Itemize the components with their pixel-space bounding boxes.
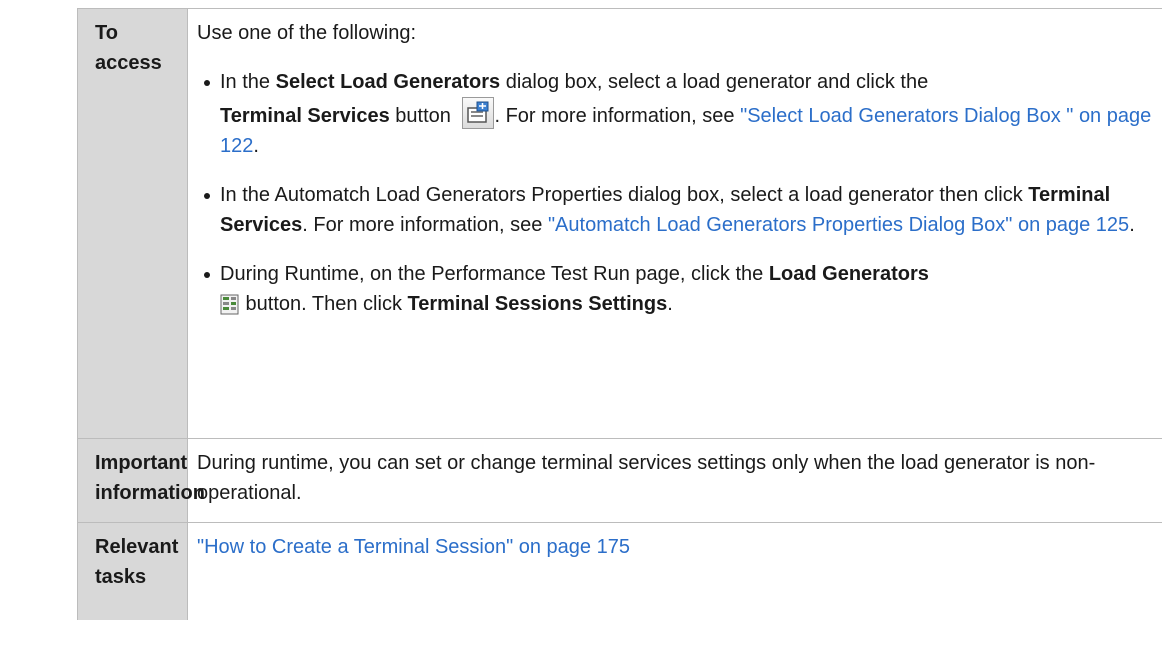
text: . For more information, see	[302, 214, 548, 236]
row-important-information: Important information During runtime, yo…	[77, 438, 1162, 523]
bullet-icon	[204, 80, 210, 86]
bullet-icon	[204, 193, 210, 199]
header-line: Important	[95, 452, 188, 474]
terminal-services-icon	[462, 97, 495, 129]
bold-text: Load Generators	[768, 263, 929, 285]
header-line: tasks	[95, 566, 147, 588]
row-header-important-information: Important information	[77, 438, 205, 523]
text: dialog box, select a load generator and …	[500, 71, 929, 93]
to-access-cell: Use one of the following: In the Select …	[187, 8, 1162, 439]
row-to-access: To access Use one of the following: In t…	[77, 8, 1162, 439]
text: .	[667, 293, 673, 315]
text: button	[389, 105, 457, 127]
bullet-icon	[204, 272, 210, 278]
bold-text: Terminal Services	[220, 105, 390, 127]
relevant-tasks-cell: "How to Create a Terminal Session" on pa…	[187, 522, 1162, 620]
info-table: To access Use one of the following: In t…	[77, 8, 1162, 620]
header-line: information	[95, 482, 205, 504]
row-relevant-tasks: Relevant tasks "How to Create a Terminal…	[77, 522, 1162, 620]
list-item: In the Automatch Load Generators Propert…	[197, 180, 1152, 240]
bold-text: Terminal Sessions Settings	[407, 293, 668, 315]
text: .	[1129, 214, 1135, 236]
text: button. Then click	[240, 293, 408, 315]
access-list: In the Select Load Generators dialog box…	[197, 67, 1152, 319]
text: In the Automatch Load Generators Propert…	[220, 184, 1029, 206]
access-intro: Use one of the following:	[197, 22, 417, 44]
create-terminal-session-link[interactable]: "How to Create a Terminal Session" on pa…	[197, 536, 630, 558]
row-header-to-access: To access	[77, 8, 188, 439]
text: During Runtime, on the Performance Test …	[220, 263, 769, 285]
automatch-properties-link[interactable]: "Automatch Load Generators Properties Di…	[548, 214, 1129, 236]
text: .	[253, 135, 259, 157]
important-information-text: During runtime, you can set or change te…	[187, 438, 1162, 523]
list-item: During Runtime, on the Performance Test …	[197, 259, 1152, 319]
text: In the	[220, 71, 276, 93]
load-generators-icon	[220, 294, 240, 316]
header-line: Relevant	[95, 536, 179, 558]
bold-text: Select Load Generators	[275, 71, 501, 93]
row-header-relevant-tasks: Relevant tasks	[77, 522, 188, 620]
list-item: In the Select Load Generators dialog box…	[197, 67, 1152, 161]
text: . For more information, see	[494, 105, 741, 127]
